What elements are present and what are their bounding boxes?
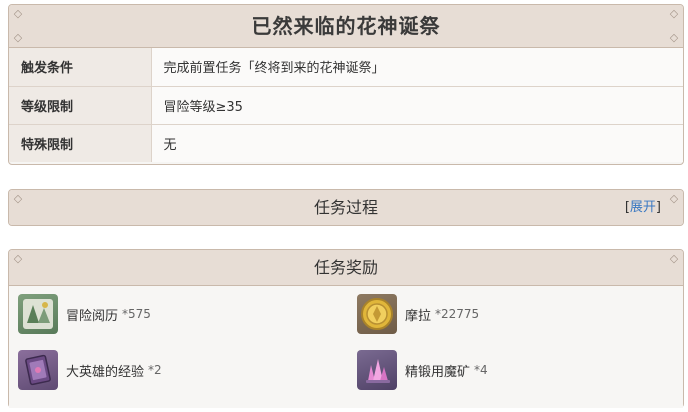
info-key: 等级限制: [9, 86, 152, 125]
corner-ornament-icon: ◇: [669, 31, 679, 44]
mystic-enhancement-ore-icon: [357, 350, 397, 390]
quest-title-header: ◇ ◇ ◇ ◇ 已然来临的花神诞祭: [9, 5, 683, 48]
quest-info-panel: ◇ ◇ ◇ ◇ 已然来临的花神诞祭 触发条件 完成前置任务「终将到来的花神诞祭」…: [8, 4, 684, 165]
corner-ornament-icon: ◇: [13, 31, 23, 44]
reward-item[interactable]: 精锻用魔矿 *4: [357, 349, 488, 391]
section-title: 任务奖励: [313, 258, 378, 277]
table-row: 触发条件 完成前置任务「终将到来的花神诞祭」: [9, 48, 683, 87]
bracket-close: ]: [655, 200, 661, 215]
reward-count: *4: [474, 363, 488, 377]
quest-info-table: 触发条件 完成前置任务「终将到来的花神诞祭」 等级限制 冒险等级≥35 特殊限制…: [9, 48, 683, 162]
info-key: 特殊限制: [9, 124, 152, 162]
reward-item[interactable]: 大英雄的经验 *2: [18, 349, 162, 391]
expand-toggle: [展开]: [625, 190, 661, 225]
expand-link[interactable]: 展开: [630, 200, 656, 215]
table-row: 等级限制 冒险等级≥35: [9, 86, 683, 125]
quest-process-header: ◇ ◇ 任务过程 [展开]: [9, 190, 683, 225]
quest-rewards-panel: ◇ ◇ 任务奖励 冒险阅历 *575 摩拉 *22775 大英雄的经验 *2 精…: [8, 249, 684, 408]
rewards-list: 冒险阅历 *575 摩拉 *22775 大英雄的经验 *2 精锻用魔矿 *4: [9, 286, 683, 408]
corner-ornament-icon: ◇: [13, 7, 23, 20]
corner-ornament-icon: ◇: [669, 252, 679, 265]
quest-title: 已然来临的花神诞祭: [251, 14, 441, 38]
corner-ornament-icon: ◇: [13, 192, 23, 205]
reward-name: 冒险阅历: [66, 308, 119, 324]
info-value: 完成前置任务「终将到来的花神诞祭」: [151, 48, 683, 87]
reward-name: 精锻用魔矿: [405, 364, 471, 380]
info-key: 触发条件: [9, 48, 152, 87]
quest-process-panel: ◇ ◇ 任务过程 [展开]: [8, 189, 684, 226]
reward-name: 摩拉: [405, 308, 432, 324]
section-title: 任务过程: [313, 198, 378, 217]
mora-icon: [357, 294, 397, 334]
reward-item[interactable]: 冒险阅历 *575: [18, 293, 151, 335]
heros-wit-icon: [18, 350, 58, 390]
quest-rewards-header: ◇ ◇ 任务奖励: [9, 250, 683, 286]
reward-count: *22775: [435, 307, 480, 321]
reward-item[interactable]: 摩拉 *22775: [357, 293, 479, 335]
reward-name: 大英雄的经验: [66, 364, 145, 380]
corner-ornament-icon: ◇: [13, 252, 23, 265]
adventure-exp-icon: [18, 294, 58, 334]
reward-count: *575: [122, 307, 151, 321]
corner-ornament-icon: ◇: [669, 192, 679, 205]
reward-count: *2: [148, 363, 162, 377]
table-row: 特殊限制 无: [9, 124, 683, 162]
info-value: 冒险等级≥35: [151, 86, 683, 125]
corner-ornament-icon: ◇: [669, 7, 679, 20]
info-value: 无: [151, 124, 683, 162]
